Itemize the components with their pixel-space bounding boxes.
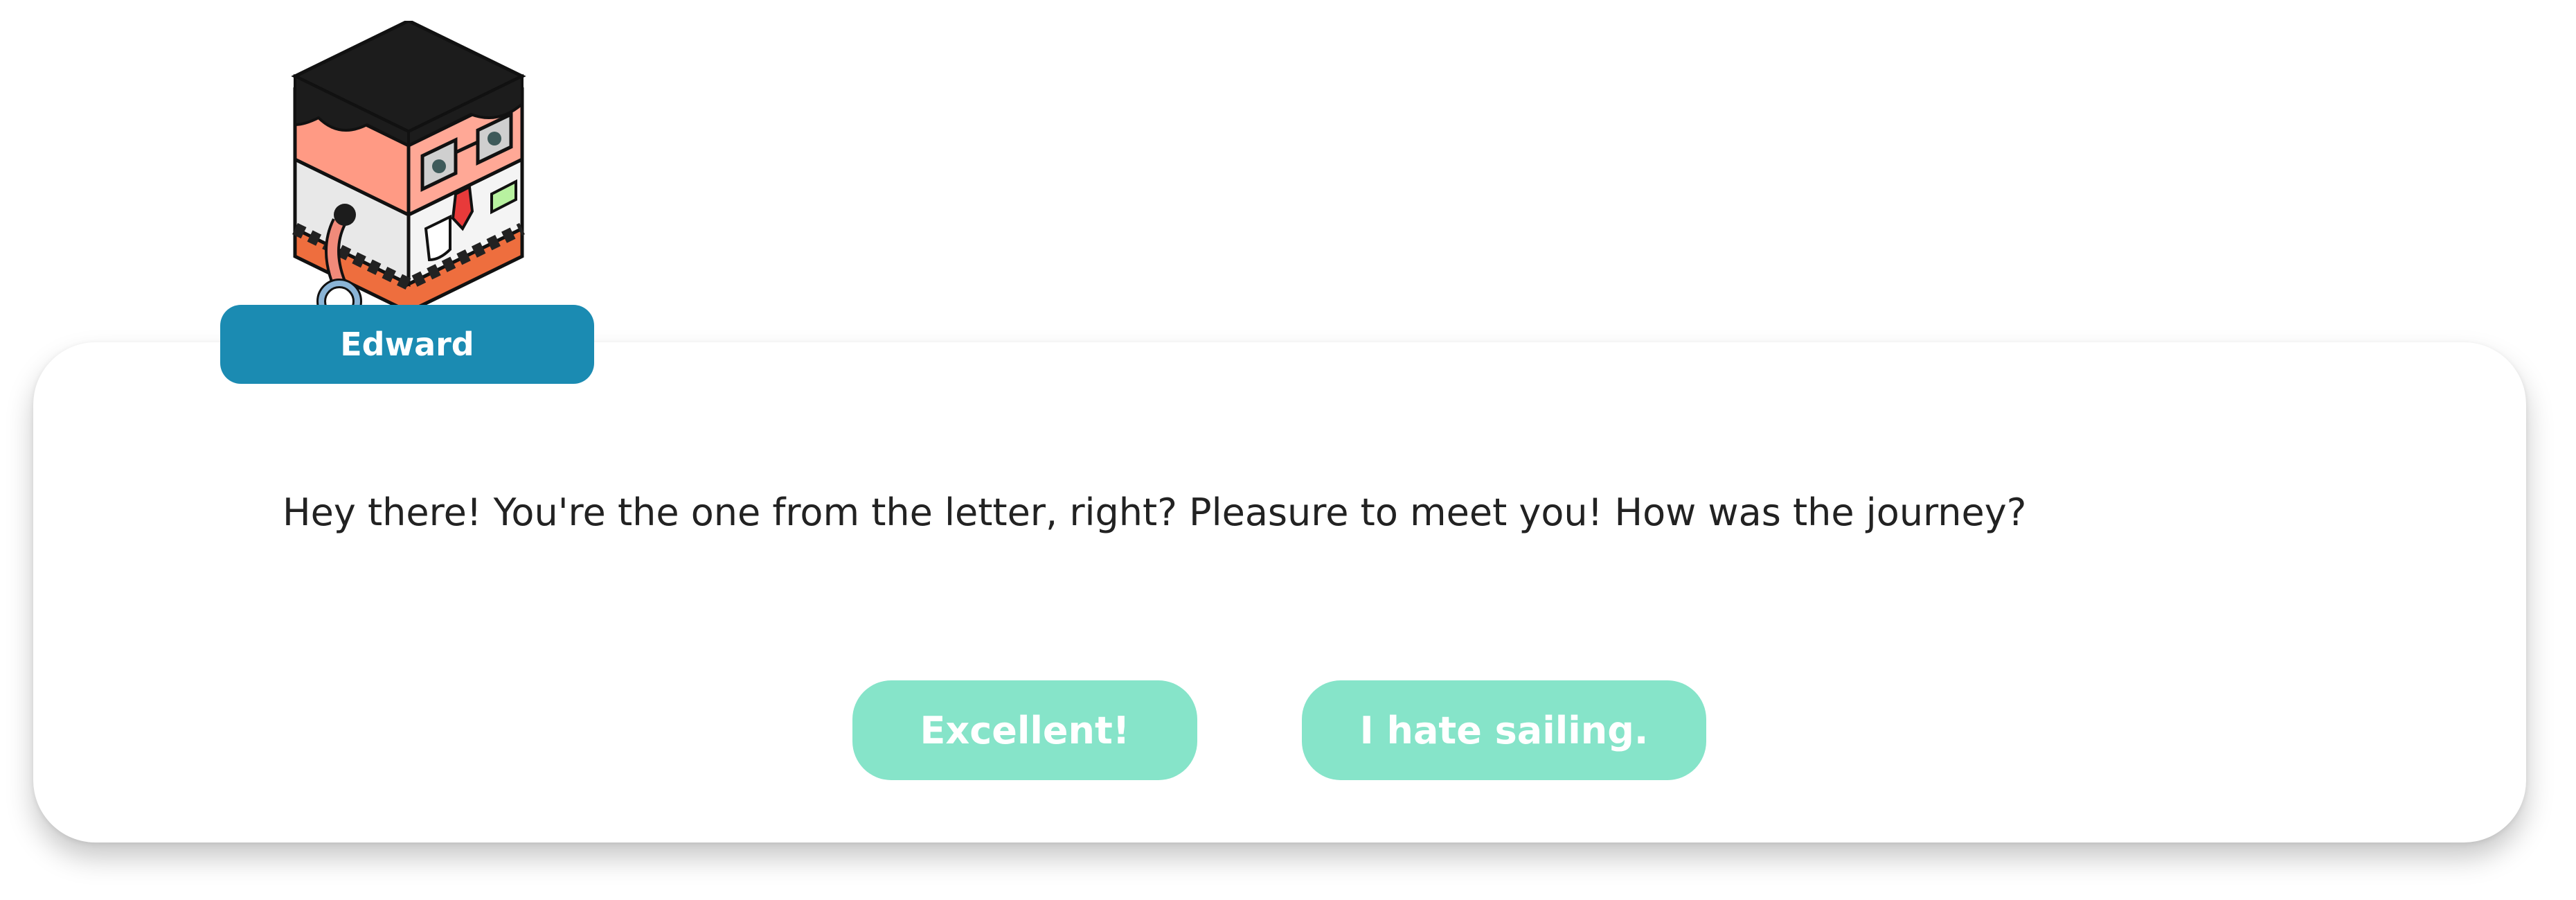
dialog-box xyxy=(33,342,2526,842)
choice-hate-sailing-button[interactable]: I hate sailing. xyxy=(1302,680,1706,780)
dialog-text: Hey there! You're the one from the lette… xyxy=(283,491,2027,534)
edward-portrait-icon xyxy=(291,21,526,312)
game-screen: Edward Hey there! You're the one from th… xyxy=(0,0,2576,900)
choice-excellent-button[interactable]: Excellent! xyxy=(852,680,1197,780)
speaker-name-tag: Edward xyxy=(220,305,594,384)
